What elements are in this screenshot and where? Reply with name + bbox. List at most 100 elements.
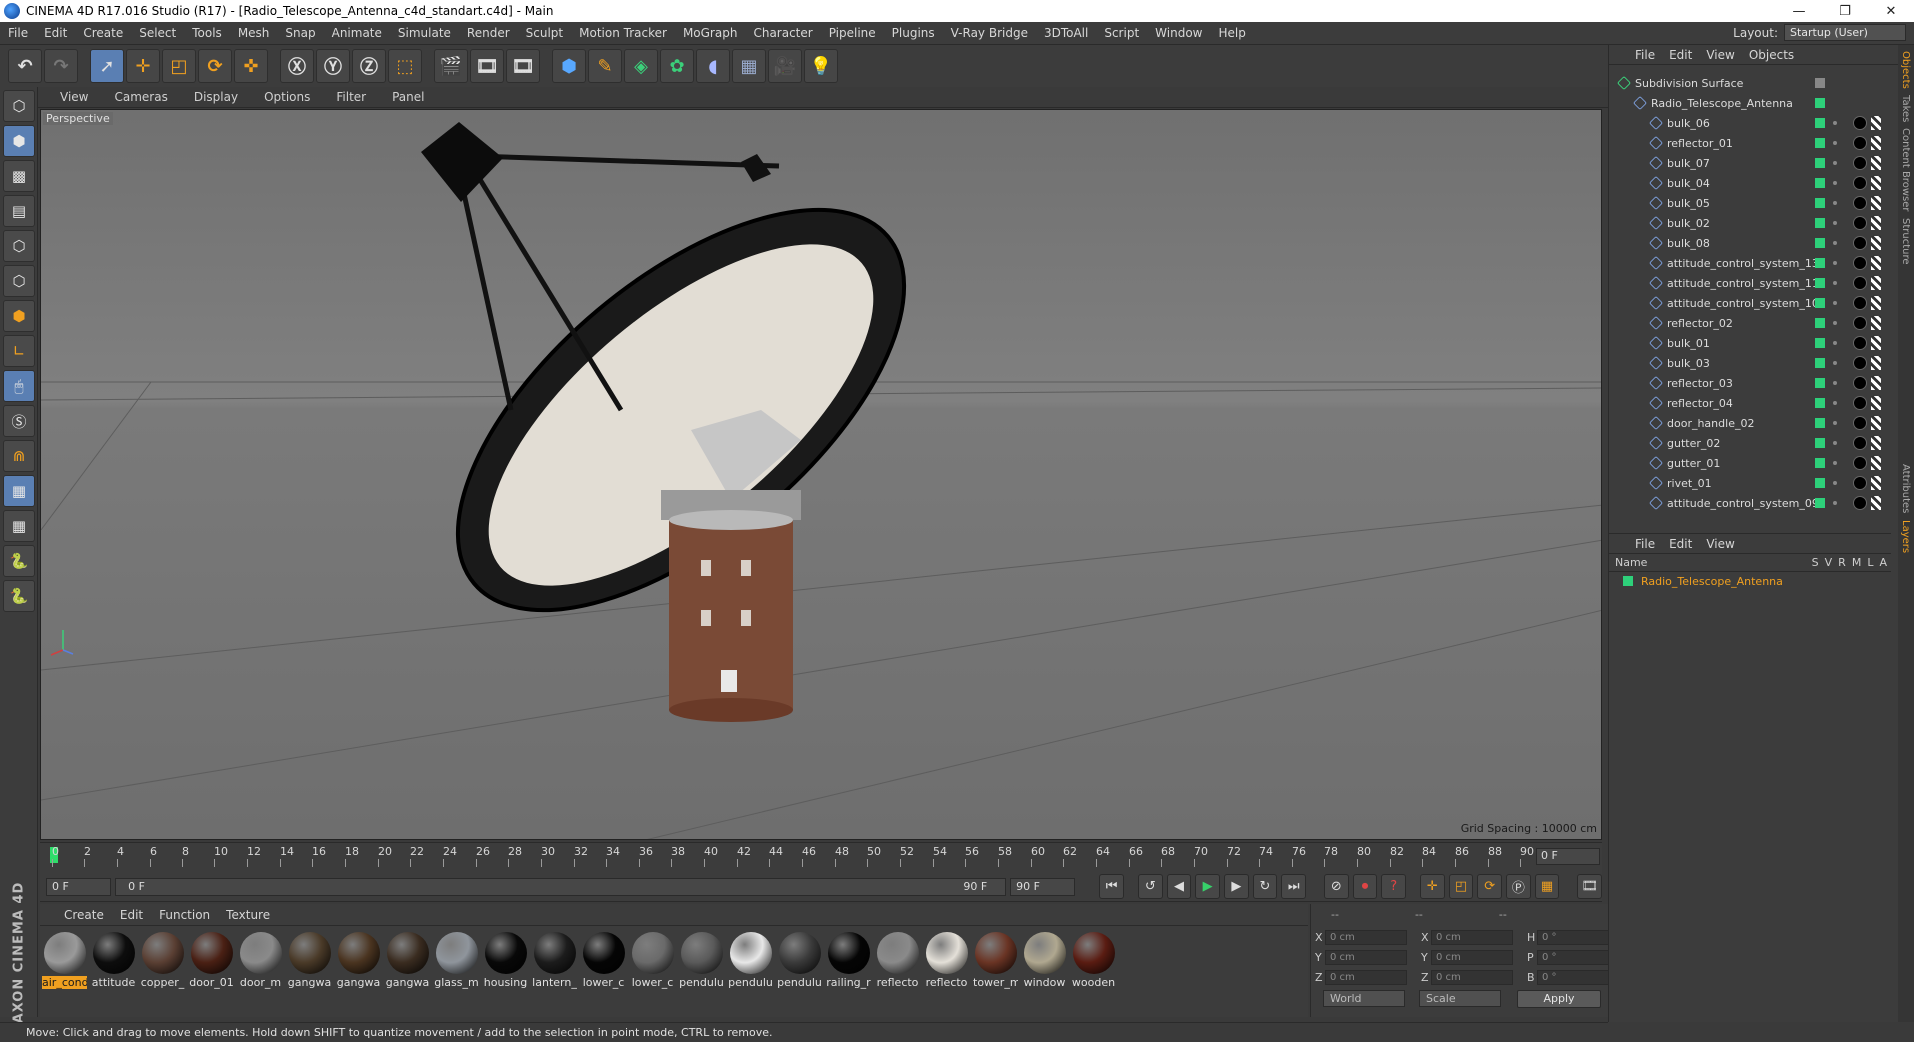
- position-x-field[interactable]: 0 cm: [1325, 929, 1407, 945]
- rotation-h-field[interactable]: 0 °: [1537, 929, 1619, 945]
- motion-record-button[interactable]: ⊘: [1324, 874, 1349, 899]
- visibility-toggle[interactable]: [1815, 278, 1825, 288]
- tab-content-browser[interactable]: Content Browser: [1900, 128, 1911, 211]
- move-tool-button[interactable]: ✛: [126, 49, 160, 83]
- material-swatch[interactable]: window: [1022, 932, 1067, 989]
- render-toggle[interactable]: [1833, 181, 1837, 185]
- rotation-b-field[interactable]: 0 °: [1537, 969, 1619, 985]
- material-tag[interactable]: [1853, 296, 1867, 310]
- render-view-button[interactable]: 🎬: [434, 49, 468, 83]
- visibility-toggle[interactable]: [1815, 78, 1825, 88]
- material-tag[interactable]: [1853, 376, 1867, 390]
- material-swatch[interactable]: attitude: [91, 932, 136, 989]
- layer-row[interactable]: Radio_Telescope_Antenna: [1609, 572, 1891, 590]
- render-toggle[interactable]: [1833, 281, 1837, 285]
- visibility-toggle[interactable]: [1815, 438, 1825, 448]
- menu-mograph[interactable]: MoGraph: [675, 26, 746, 40]
- go-to-end-button[interactable]: ⏭: [1281, 874, 1307, 899]
- visibility-toggle[interactable]: [1815, 178, 1825, 188]
- menu-file[interactable]: File: [0, 26, 36, 40]
- texture-tag[interactable]: [1871, 396, 1881, 410]
- menu-snap[interactable]: Snap: [277, 26, 323, 40]
- menu-3dtoall[interactable]: 3DToAll: [1036, 26, 1096, 40]
- visibility-toggle[interactable]: [1815, 118, 1825, 128]
- tab-attributes[interactable]: Attributes: [1900, 464, 1911, 513]
- deformer-button[interactable]: ◖: [696, 49, 730, 83]
- material-tag[interactable]: [1853, 156, 1867, 170]
- coordinate-space-dropdown[interactable]: World: [1323, 990, 1405, 1007]
- polygons-mode-button[interactable]: ⬢: [3, 300, 35, 332]
- material-tag[interactable]: [1853, 276, 1867, 290]
- menu-help[interactable]: Help: [1210, 26, 1253, 40]
- object-row[interactable]: attitude_control_system_11: [1609, 273, 1891, 293]
- material-menu-create[interactable]: Create: [64, 908, 104, 922]
- visibility-toggle[interactable]: [1815, 358, 1825, 368]
- key-rotation-button[interactable]: ⟳: [1477, 874, 1503, 899]
- floor-button[interactable]: ▦: [732, 49, 766, 83]
- texture-tag[interactable]: [1871, 336, 1881, 350]
- menu-plugins[interactable]: Plugins: [884, 26, 943, 40]
- texture-tag[interactable]: [1871, 156, 1881, 170]
- texture-tag[interactable]: [1871, 256, 1881, 270]
- material-swatch[interactable]: door_01: [189, 932, 234, 989]
- texture-tag[interactable]: [1871, 276, 1881, 290]
- previous-frame-button[interactable]: ◀: [1166, 874, 1192, 899]
- viewport-menu-panel[interactable]: Panel: [378, 90, 436, 104]
- material-tag[interactable]: [1853, 216, 1867, 230]
- render-toggle[interactable]: [1833, 161, 1837, 165]
- key-position-button[interactable]: ✛: [1420, 874, 1445, 899]
- object-row[interactable]: rivet_01: [1609, 473, 1891, 493]
- object-row[interactable]: bulk_03: [1609, 353, 1891, 373]
- texture-tag[interactable]: [1871, 116, 1881, 130]
- make-editable-button[interactable]: ⬡: [3, 90, 35, 122]
- cloner-button[interactable]: ✿: [660, 49, 694, 83]
- position-y-field[interactable]: 0 cm: [1325, 949, 1407, 965]
- object-row[interactable]: reflector_04: [1609, 393, 1891, 413]
- render-toggle[interactable]: [1833, 401, 1837, 405]
- material-swatch[interactable]: gangwa: [336, 932, 381, 989]
- texture-tag[interactable]: [1871, 456, 1881, 470]
- material-swatch[interactable]: lower_c: [581, 932, 626, 989]
- next-frame-button[interactable]: ▶: [1224, 874, 1249, 899]
- object-row[interactable]: reflector_01: [1609, 133, 1891, 153]
- planar-workplane-button[interactable]: ▦: [3, 510, 35, 542]
- end-frame-field[interactable]: 90 F: [1010, 877, 1076, 896]
- texture-tag[interactable]: [1871, 416, 1881, 430]
- material-swatch[interactable]: lower_c: [630, 932, 675, 989]
- visibility-toggle[interactable]: [1815, 478, 1825, 488]
- model-mode-button[interactable]: ⬢: [3, 125, 35, 157]
- object-row[interactable]: bulk_06: [1609, 113, 1891, 133]
- menu-window[interactable]: Window: [1147, 26, 1210, 40]
- menu-motion-tracker[interactable]: Motion Tracker: [571, 26, 675, 40]
- light-button[interactable]: 💡: [804, 49, 838, 83]
- material-swatch[interactable]: railing_r: [826, 932, 871, 989]
- snap-button[interactable]: ⋒: [3, 440, 35, 472]
- timeline-ruler-panel[interactable]: 0 2 4 6 8 10 12 14 16 18 20 22 24 26 28 …: [40, 842, 1602, 872]
- tweak-mode-button[interactable]: 🖱: [3, 370, 35, 402]
- viewport-menu-cameras[interactable]: Cameras: [100, 90, 179, 104]
- material-tag[interactable]: [1853, 316, 1867, 330]
- texture-tag[interactable]: [1871, 176, 1881, 190]
- record-button[interactable]: ⏺: [1352, 874, 1378, 899]
- object-row[interactable]: attitude_control_system_10: [1609, 293, 1891, 313]
- material-swatch[interactable]: air_cond: [42, 932, 87, 989]
- layers-menu-file[interactable]: File: [1635, 537, 1655, 551]
- render-toggle[interactable]: [1833, 141, 1837, 145]
- render-toggle[interactable]: [1833, 221, 1837, 225]
- coordinate-system-button[interactable]: ⬚: [388, 49, 422, 83]
- material-tag[interactable]: [1853, 356, 1867, 370]
- live-selection-button[interactable]: ➚: [90, 49, 124, 83]
- pen-button[interactable]: ✎: [588, 49, 622, 83]
- object-row[interactable]: door_handle_02: [1609, 413, 1891, 433]
- render-toggle[interactable]: [1833, 381, 1837, 385]
- menu-script[interactable]: Script: [1096, 26, 1147, 40]
- object-row[interactable]: bulk_05: [1609, 193, 1891, 213]
- material-tag[interactable]: [1853, 456, 1867, 470]
- minimize-button[interactable]: —: [1776, 0, 1822, 22]
- menu-sculpt[interactable]: Sculpt: [518, 26, 571, 40]
- solo-button[interactable]: Ⓢ: [3, 405, 35, 437]
- material-swatch[interactable]: gangwa: [385, 932, 430, 989]
- workplane-mode-button[interactable]: ▤: [3, 195, 35, 227]
- material-menu-edit[interactable]: Edit: [120, 908, 143, 922]
- size-z-field[interactable]: 0 cm: [1431, 969, 1513, 985]
